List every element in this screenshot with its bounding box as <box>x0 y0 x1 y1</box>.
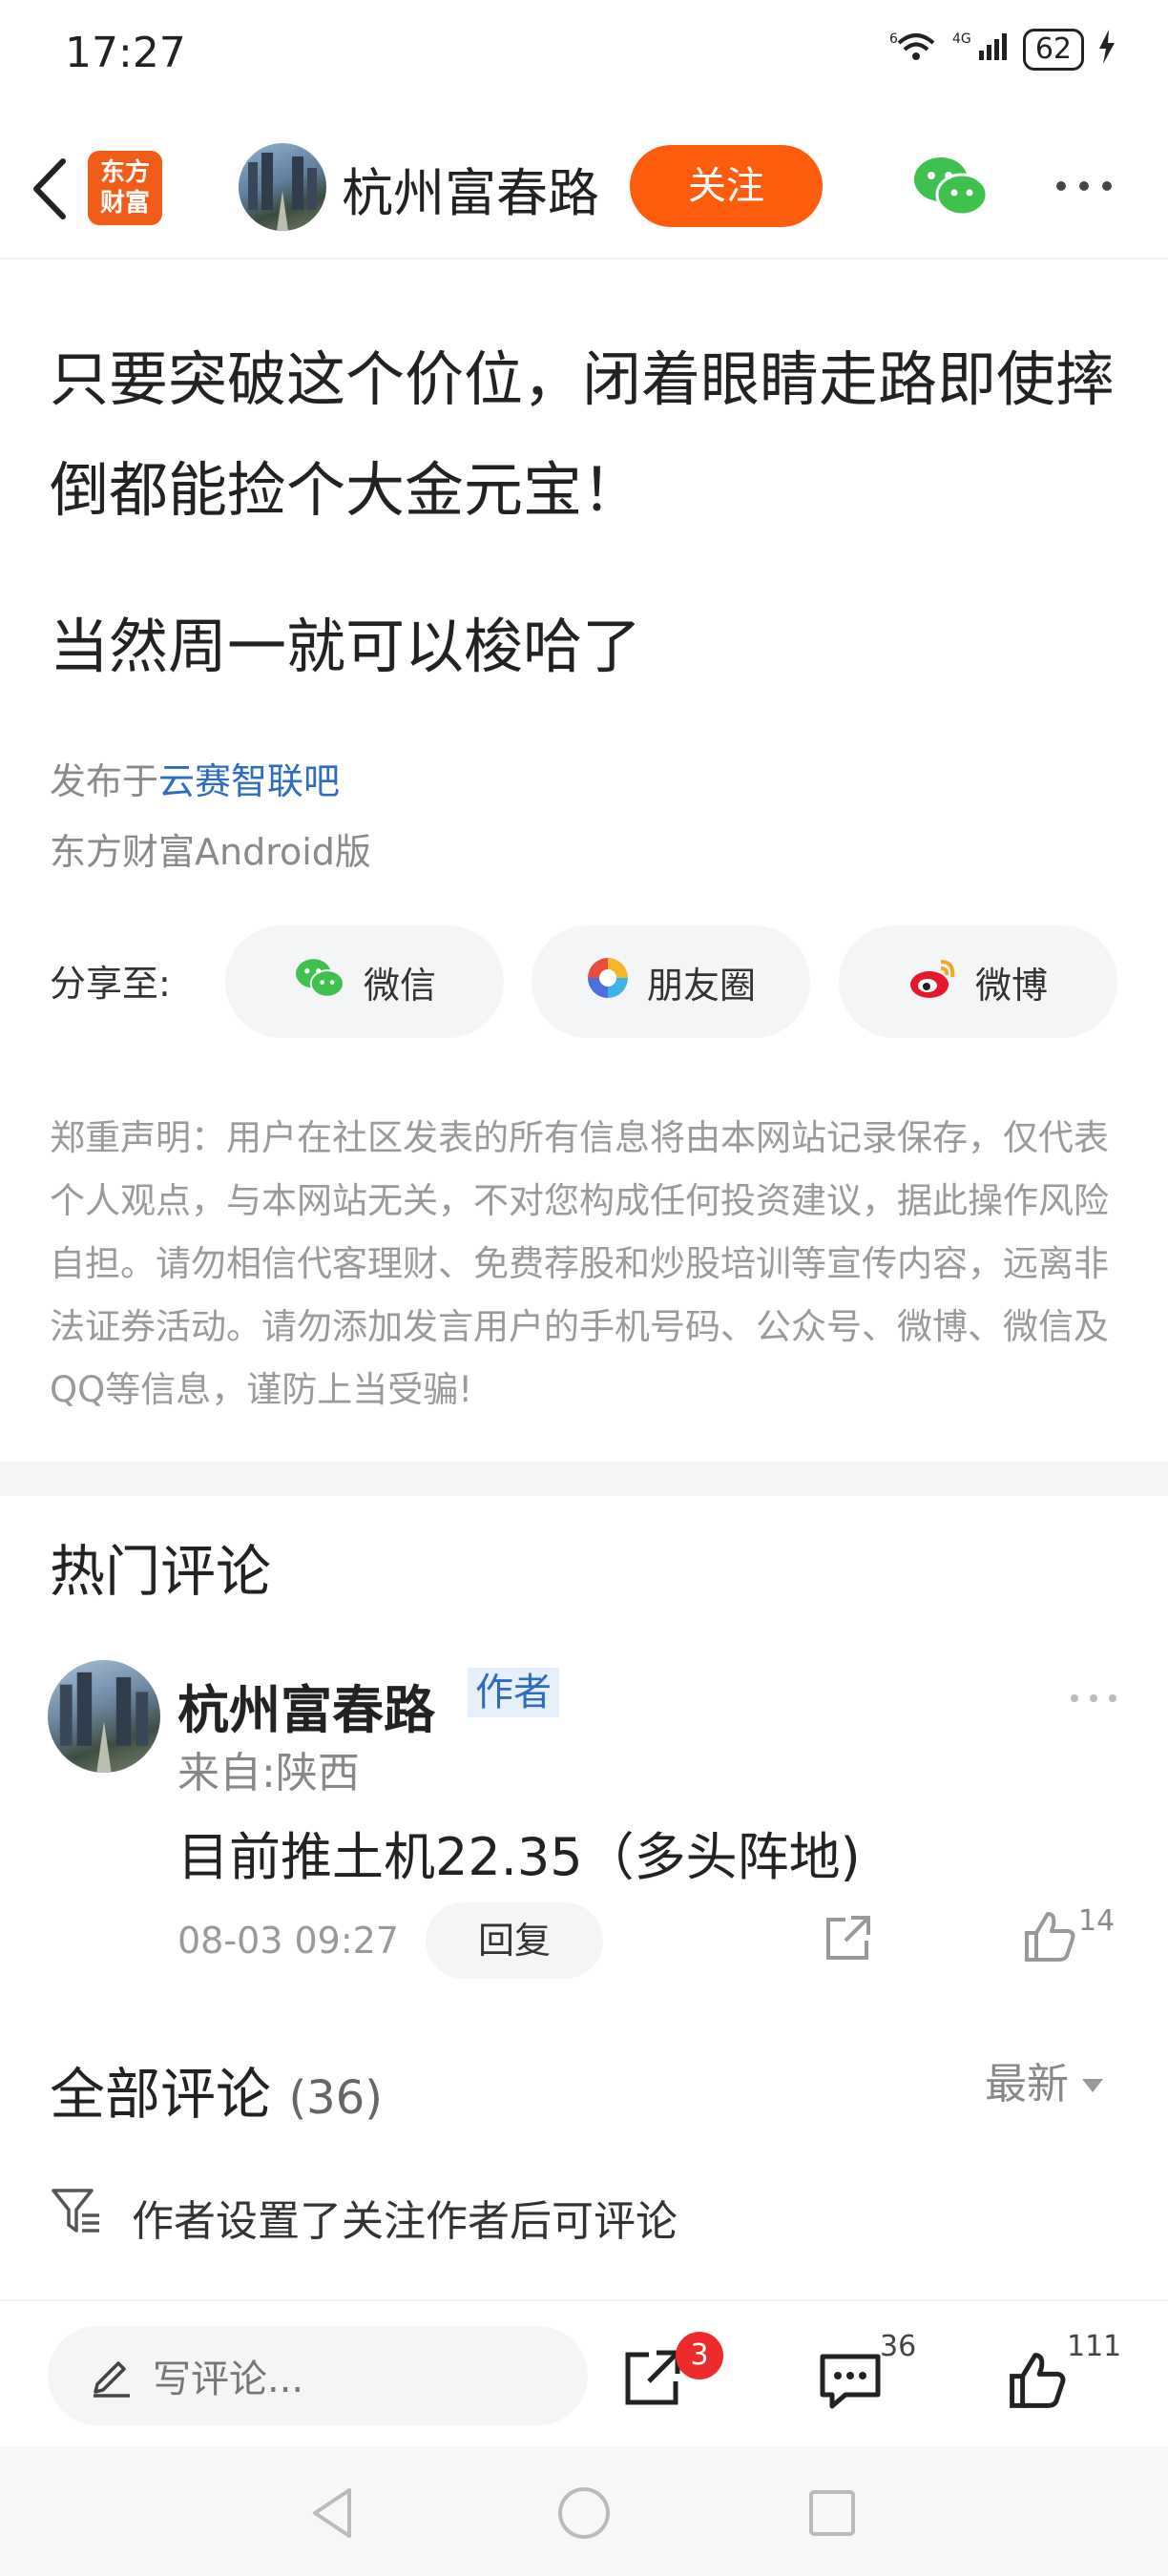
logo-text-line2: 财富 <box>99 189 150 218</box>
author-badge: 作者 <box>468 1668 559 1717</box>
battery-level: 62 <box>1022 29 1084 71</box>
wechat-icon[interactable] <box>912 153 989 219</box>
client-info: 东方财富Android版 <box>50 831 371 873</box>
wifi-icon: 6 <box>889 30 939 71</box>
sort-label: 最新 <box>985 2060 1069 2109</box>
nav-home-icon[interactable] <box>553 2483 615 2544</box>
top-navigation-bar: 东方 财富 杭州富春路 关注 <box>0 124 1168 260</box>
comment-icon[interactable] <box>817 2351 884 2412</box>
sort-dropdown[interactable]: 最新 <box>985 2049 1103 2110</box>
pen-icon <box>90 2354 134 2398</box>
author-name[interactable]: 杭州富春路 <box>342 151 599 226</box>
commenter-name[interactable]: 杭州富春路 <box>177 1668 435 1743</box>
forum-link[interactable]: 云赛智联吧 <box>158 760 340 802</box>
charging-icon <box>1097 29 1116 71</box>
comment-more-icon[interactable] <box>1067 1689 1120 1708</box>
all-comments-title: 全部评论 (36) <box>50 2049 383 2129</box>
comment-share-icon[interactable] <box>821 1912 874 1965</box>
share-label: 分享至: <box>50 963 171 1005</box>
wechat-icon <box>293 956 346 1008</box>
all-comments-label: 全部评论 <box>50 2062 272 2127</box>
moments-icon <box>586 956 630 1008</box>
hot-comments-title: 热门评论 <box>50 1539 272 1604</box>
author-avatar[interactable] <box>239 143 326 231</box>
comment-permission-notice: 作者设置了关注作者后可评论 <box>132 2197 678 2246</box>
comment-like-count: 14 <box>1078 1904 1116 1938</box>
logo-text-line1: 东方 <box>99 158 150 187</box>
share-wechat-label: 微信 <box>363 964 436 1007</box>
back-arrow-icon[interactable] <box>27 156 74 222</box>
share-weibo-button[interactable]: 微博 <box>839 925 1117 1038</box>
caret-down-icon <box>1082 2056 1103 2105</box>
disclaimer-text: 郑重声明：用户在社区发表的所有信息将由本网站记录保存，仅代表个人观点，与本网站无… <box>50 1117 1109 1410</box>
system-navigation-bar <box>0 2446 1168 2576</box>
share-moments-button[interactable]: 朋友圈 <box>532 925 810 1038</box>
comment-text: 目前推土机22.35（多头阵地) <box>177 1827 861 1887</box>
reply-button[interactable]: 回复 <box>426 1902 603 1979</box>
filter-icon <box>50 2185 103 2238</box>
weibo-icon <box>908 956 958 1008</box>
commenter-location: 来自:陕西 <box>177 1749 360 1797</box>
publish-prefix: 发布于 <box>50 760 159 802</box>
eastmoney-logo[interactable]: 东方 财富 <box>88 151 162 225</box>
comment-count: 36 <box>880 2330 917 2363</box>
share-weibo-label: 微博 <box>974 964 1048 1007</box>
commenter-avatar[interactable] <box>48 1660 160 1773</box>
write-comment-placeholder: 写评论... <box>153 2358 304 2401</box>
publish-info: 发布于云赛智联吧 <box>50 752 340 804</box>
share-moments-label: 朋友圈 <box>646 964 756 1007</box>
comment-time: 08-03 09:27 <box>177 1920 400 1962</box>
comment-like-icon[interactable] <box>1021 1908 1078 1965</box>
nav-back-icon[interactable] <box>303 2483 365 2544</box>
nav-recents-icon[interactable] <box>802 2483 863 2544</box>
share-badge: 3 <box>676 2332 723 2379</box>
status-time: 17:27 <box>65 29 186 77</box>
bottom-action-bar: 写评论... 3 36 111 <box>0 2299 1168 2448</box>
cellular-network-label: 4G <box>952 31 971 47</box>
wifi-network-label: 6 <box>889 31 898 47</box>
section-divider <box>0 1462 1168 1496</box>
like-count: 111 <box>1067 2330 1122 2363</box>
post-body-line: 当然周一就可以梭哈了 <box>50 612 642 681</box>
write-comment-input[interactable]: 写评论... <box>48 2326 588 2425</box>
status-icons: 6 4G 62 <box>889 29 1116 71</box>
cellular-icon: 4G <box>952 30 1010 71</box>
all-comments-count: (36) <box>288 2071 383 2125</box>
follow-button[interactable]: 关注 <box>630 145 823 227</box>
share-wechat-button[interactable]: 微信 <box>225 925 504 1038</box>
post-title: 只要突破这个价位，闭着眼睛走路即使摔倒都能捡个大金元宝！ <box>50 344 1116 525</box>
more-options-icon[interactable] <box>1053 172 1115 200</box>
like-icon[interactable] <box>1006 2349 1069 2412</box>
